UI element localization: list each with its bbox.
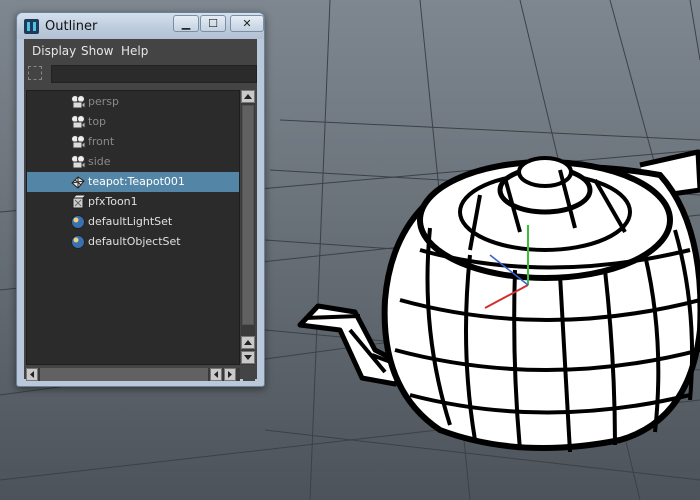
arrow-down-icon bbox=[244, 355, 252, 360]
camera-icon bbox=[70, 154, 86, 170]
outliner-item[interactable]: side bbox=[27, 152, 239, 172]
outliner-item[interactable]: teapot:Teapot001 bbox=[27, 172, 239, 192]
filter-row bbox=[24, 63, 257, 85]
horizontal-scrollbar[interactable] bbox=[26, 368, 240, 381]
arrow-left-icon bbox=[214, 371, 218, 378]
teapot-mesh[interactable] bbox=[297, 149, 700, 453]
camera-icon bbox=[70, 114, 86, 130]
outliner-item-label: top bbox=[88, 115, 107, 128]
maya-app-icon bbox=[24, 19, 39, 34]
arrow-left-icon bbox=[30, 371, 34, 378]
vertical-scrollbar[interactable] bbox=[241, 90, 255, 365]
menu-display[interactable]: Display bbox=[32, 44, 76, 58]
outliner-item-label: side bbox=[88, 155, 111, 168]
outliner-item-label: pfxToon1 bbox=[88, 195, 138, 208]
title-bar[interactable]: Outliner ▁ ☐ ✕ bbox=[17, 13, 264, 39]
scroll-left-button-right[interactable] bbox=[210, 368, 222, 381]
outliner-item-label: defaultLightSet bbox=[88, 215, 173, 228]
arrow-up-icon bbox=[244, 340, 252, 345]
search-input[interactable] bbox=[51, 65, 257, 83]
menu-show[interactable]: Show bbox=[81, 44, 113, 58]
maximize-button[interactable]: ☐ bbox=[200, 15, 226, 32]
arrow-right-icon bbox=[228, 371, 232, 378]
close-button[interactable]: ✕ bbox=[230, 15, 264, 32]
toon-icon bbox=[70, 194, 88, 210]
outliner-item-label: teapot:Teapot001 bbox=[88, 175, 185, 188]
minimize-button[interactable]: ▁ bbox=[173, 15, 199, 32]
outliner-item[interactable]: defaultObjectSet bbox=[27, 232, 239, 252]
outliner-item[interactable]: front bbox=[27, 132, 239, 152]
outliner-window[interactable]: Outliner ▁ ☐ ✕ Display Show Help persp to… bbox=[16, 12, 265, 387]
arrow-up-icon bbox=[244, 94, 252, 99]
horizontal-scroll-thumb[interactable] bbox=[40, 368, 208, 381]
vertical-scroll-thumb[interactable] bbox=[242, 105, 254, 325]
outliner-item[interactable]: defaultLightSet bbox=[27, 212, 239, 232]
scroll-right-button[interactable] bbox=[224, 368, 236, 381]
outliner-item-label: front bbox=[88, 135, 115, 148]
outliner-panel: Display Show Help persp top front side teapo… bbox=[24, 39, 257, 381]
outliner-item-label: persp bbox=[88, 95, 119, 108]
scroll-corner bbox=[243, 368, 255, 381]
scroll-up-button[interactable] bbox=[241, 90, 255, 103]
camera-icon bbox=[70, 134, 86, 150]
outliner-list[interactable]: persp top front side teapot:Teapot001 pfxToon… bbox=[26, 90, 240, 365]
outliner-item[interactable]: top bbox=[27, 112, 239, 132]
set-icon bbox=[70, 214, 86, 230]
outliner-item[interactable]: pfxToon1 bbox=[27, 192, 239, 212]
mesh-icon bbox=[70, 174, 86, 190]
outliner-item[interactable]: persp bbox=[27, 92, 239, 112]
filter-icon[interactable] bbox=[28, 66, 42, 80]
scroll-down-button[interactable] bbox=[241, 351, 255, 364]
outliner-item-label: defaultObjectSet bbox=[88, 235, 181, 248]
window-title: Outliner bbox=[45, 19, 98, 34]
camera-icon bbox=[70, 94, 86, 110]
set-icon bbox=[70, 234, 86, 250]
menu-bar: Display Show Help bbox=[24, 39, 257, 61]
scroll-up-button-lower[interactable] bbox=[241, 336, 255, 349]
menu-help[interactable]: Help bbox=[121, 44, 148, 58]
scroll-left-button[interactable] bbox=[26, 368, 38, 381]
